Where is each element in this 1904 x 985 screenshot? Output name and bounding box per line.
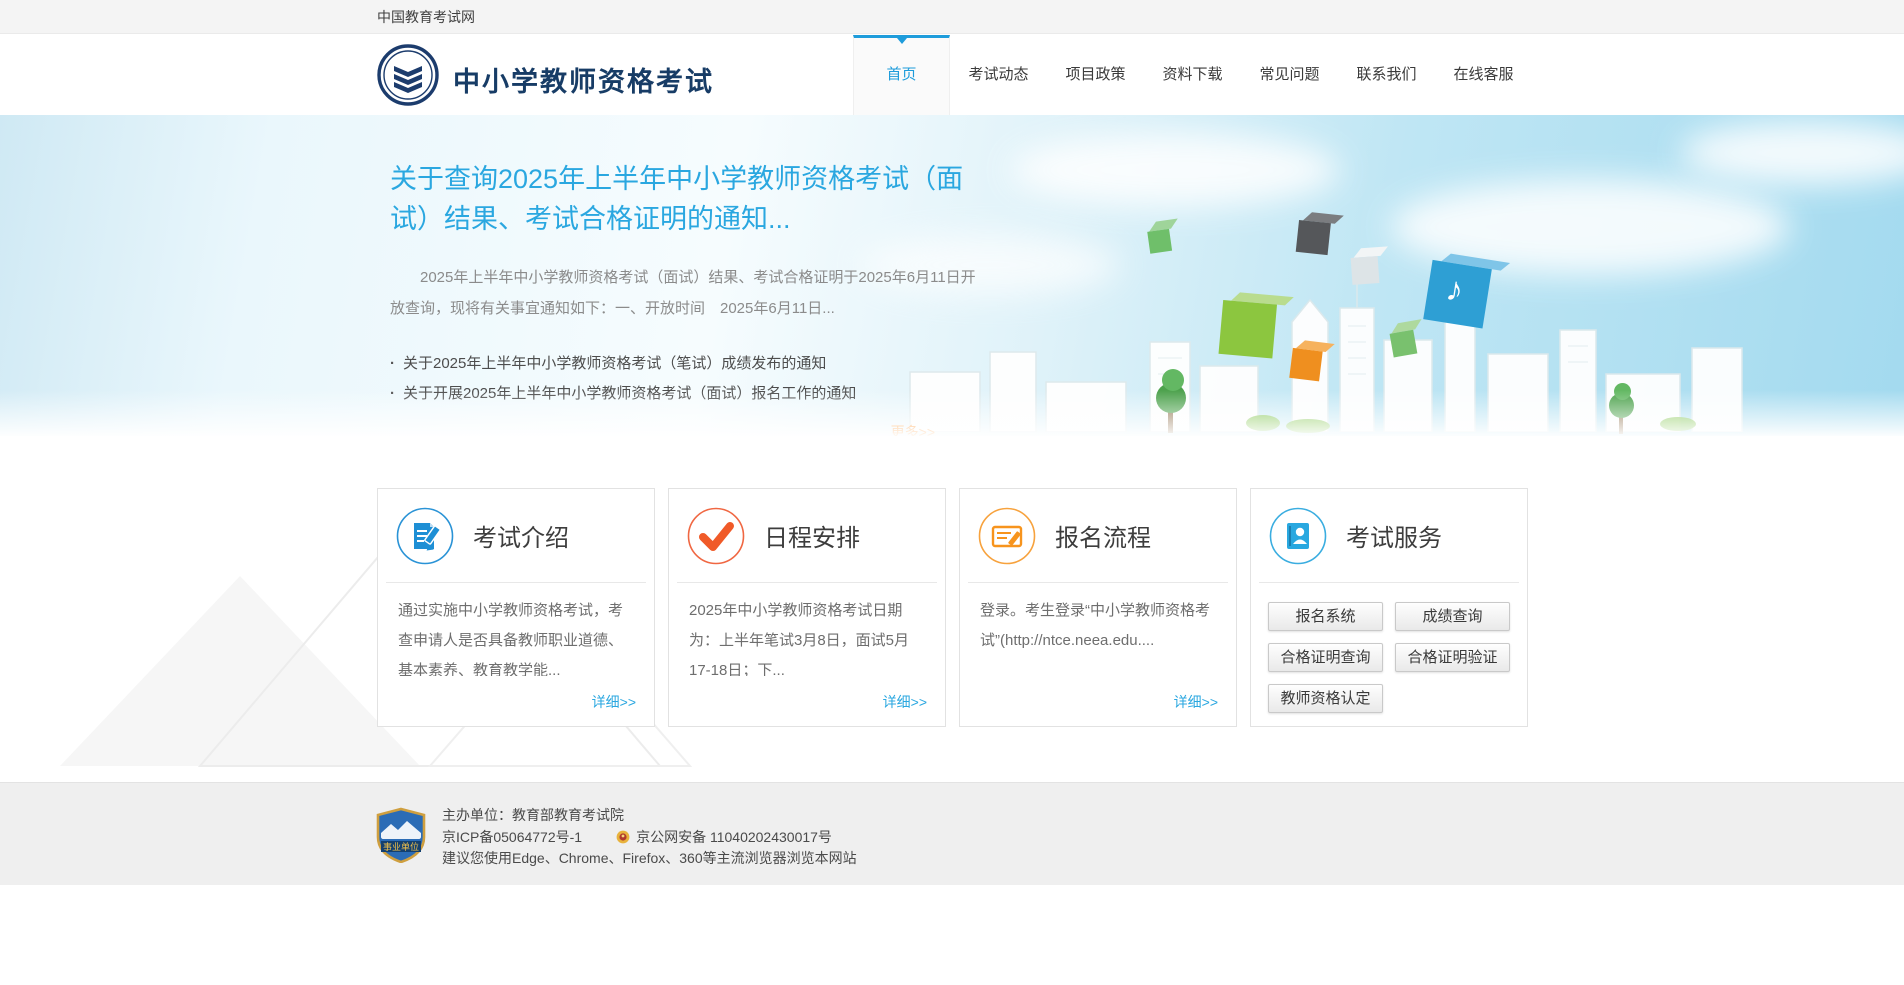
checkmark-icon <box>687 507 745 564</box>
card-registration-flow: 报名流程 登录。考生登录“中小学教师资格考试”(http://ntce.neea… <box>959 488 1237 727</box>
card-title: 考试介绍 <box>473 525 569 552</box>
notebook-person-icon <box>1269 507 1327 564</box>
card-title: 报名流程 <box>1055 525 1151 552</box>
public-institution-badge-icon: 事业单位 <box>376 807 426 863</box>
police-number: 京公网安备 11040202430017号 <box>636 828 832 845</box>
news-item[interactable]: · 关于2025年上半年中小学教师资格考试（笔试）成绩发布的通知 <box>390 349 970 379</box>
hero-banner: ♪ 关于查询2025年上半年中小学教师资格考试（面试）结果、考试合格证明的通知.… <box>0 115 1904 436</box>
certificate-verification-button[interactable]: 合格证明验证 <box>1395 643 1510 672</box>
id-card-icon <box>978 507 1036 564</box>
card-title: 日程安排 <box>764 525 860 552</box>
nav-item-faq[interactable]: 常见问题 <box>1241 35 1338 115</box>
nav-item-home[interactable]: 首页 <box>853 35 950 115</box>
card-header: 日程安排 <box>669 489 945 582</box>
card-text: 登录。考生登录“中小学教师资格考试”(http://ntce.neea.edu.… <box>980 602 1210 649</box>
bush-illustration <box>1246 415 1280 431</box>
detail-link[interactable]: 详细>> <box>1174 692 1218 712</box>
news-list: · 关于2025年上半年中小学教师资格考试（笔试）成绩发布的通知 · 关于开展202… <box>390 349 970 409</box>
registration-system-button[interactable]: 报名系统 <box>1268 602 1383 631</box>
nav-item-contact[interactable]: 联系我们 <box>1338 35 1435 115</box>
bullet-icon: · <box>390 355 395 372</box>
site-title: 中小学教师资格考试 <box>453 67 714 97</box>
score-inquiry-button[interactable]: 成绩查询 <box>1395 602 1510 631</box>
teacher-qualification-button[interactable]: 教师资格认定 <box>1268 684 1383 713</box>
nav-item-policies[interactable]: 项目政策 <box>1047 35 1144 115</box>
site-footer: 事业单位 主办单位：教育部教育考试院 京ICP备05064772号-1 京公网安… <box>0 782 1904 885</box>
icp-number: 京ICP备05064772号-1 <box>442 828 583 845</box>
police-badge-icon <box>616 830 630 844</box>
nav-item-downloads[interactable]: 资料下载 <box>1144 35 1241 115</box>
city-skyline-illustration <box>909 284 1743 432</box>
nav-item-exam-news[interactable]: 考试动态 <box>950 35 1047 115</box>
bullet-icon: · <box>390 385 395 402</box>
top-utility-bar: 中国教育考试网 <box>0 0 1904 34</box>
announcement-summary: 2025年上半年中小学教师资格考试（面试）结果、考试合格证明于2025年6月11… <box>390 269 976 317</box>
parent-site-link[interactable]: 中国教育考试网 <box>377 0 475 34</box>
icp-line: 京ICP备05064772号-1 京公网安备 11040202430017号 <box>442 827 857 849</box>
main-nav: 首页 考试动态 项目政策 资料下载 常见问题 联系我们 在线客服 <box>853 35 1532 115</box>
card-text: 通过实施中小学教师资格考试，考查申请人是否具备教师职业道德、基本素养、教育教学能… <box>398 602 624 676</box>
detail-link[interactable]: 详细>> <box>883 692 927 712</box>
nav-item-online-service[interactable]: 在线客服 <box>1435 35 1532 115</box>
browser-advice-line: 建议您使用Edge、Chrome、Firefox、360等主流浏览器浏览本网站 <box>442 850 857 866</box>
page: 中国教育考试网 中小学教师资格考试 首页 考试动态 项目政策 资料下载 常见问题… <box>0 0 1904 985</box>
news-item[interactable]: · 关于开展2025年上半年中小学教师资格考试（面试）报名工作的通知 <box>390 379 970 409</box>
card-exam-intro: 考试介绍 通过实施中小学教师资格考试，考查申请人是否具备教师职业道德、基本素养、… <box>377 488 655 727</box>
badge-label: 事业单位 <box>383 841 419 852</box>
feature-cards: 考试介绍 通过实施中小学教师资格考试，考查申请人是否具备教师职业道德、基本素养、… <box>377 488 1528 727</box>
card-schedule: 日程安排 2025年中小学教师资格考试日期为：上半年笔试3月8日，面试5月17-… <box>668 488 946 727</box>
service-buttons: 报名系统 成绩查询 合格证明查询 合格证明验证 教师资格认定 <box>1251 583 1527 713</box>
doc-pencil-icon <box>396 507 454 564</box>
certificate-inquiry-button[interactable]: 合格证明查询 <box>1268 643 1383 672</box>
organizer-line: 主办单位：教育部教育考试院 <box>442 807 624 823</box>
detail-link[interactable]: 详细>> <box>592 692 636 712</box>
site-logo[interactable]: 中小学教师资格考试 <box>377 44 877 106</box>
site-header: 中小学教师资格考试 首页 考试动态 项目政策 资料下载 常见问题 联系我们 在线… <box>0 35 1904 115</box>
more-link[interactable]: 更多>> <box>390 422 935 436</box>
bush-illustration <box>1660 417 1696 431</box>
card-text: 2025年中小学教师资格考试日期为：上半年笔试3月8日，面试5月17-18日；下… <box>689 602 910 676</box>
card-exam-services: 考试服务 报名系统 成绩查询 合格证明查询 合格证明验证 教师资格认定 <box>1250 488 1528 727</box>
card-title: 考试服务 <box>1346 525 1442 552</box>
card-header: 考试服务 <box>1251 489 1527 582</box>
card-header: 报名流程 <box>960 489 1236 582</box>
footer-info: 主办单位：教育部教育考试院 京ICP备05064772号-1 京公网安备 110… <box>442 805 857 870</box>
hero-announcement: 关于查询2025年上半年中小学教师资格考试（面试）结果、考试合格证明的通知...… <box>390 159 976 436</box>
cloud <box>1680 121 1904 185</box>
bush-illustration <box>1286 419 1330 433</box>
active-tab-pointer-icon <box>896 38 907 49</box>
cloud <box>1010 133 1340 207</box>
card-header: 考试介绍 <box>378 489 654 582</box>
announcement-title-link[interactable]: 关于查询2025年上半年中小学教师资格考试（面试）结果、考试合格证明的通知... <box>390 159 970 239</box>
logo-book-icon <box>377 44 439 106</box>
